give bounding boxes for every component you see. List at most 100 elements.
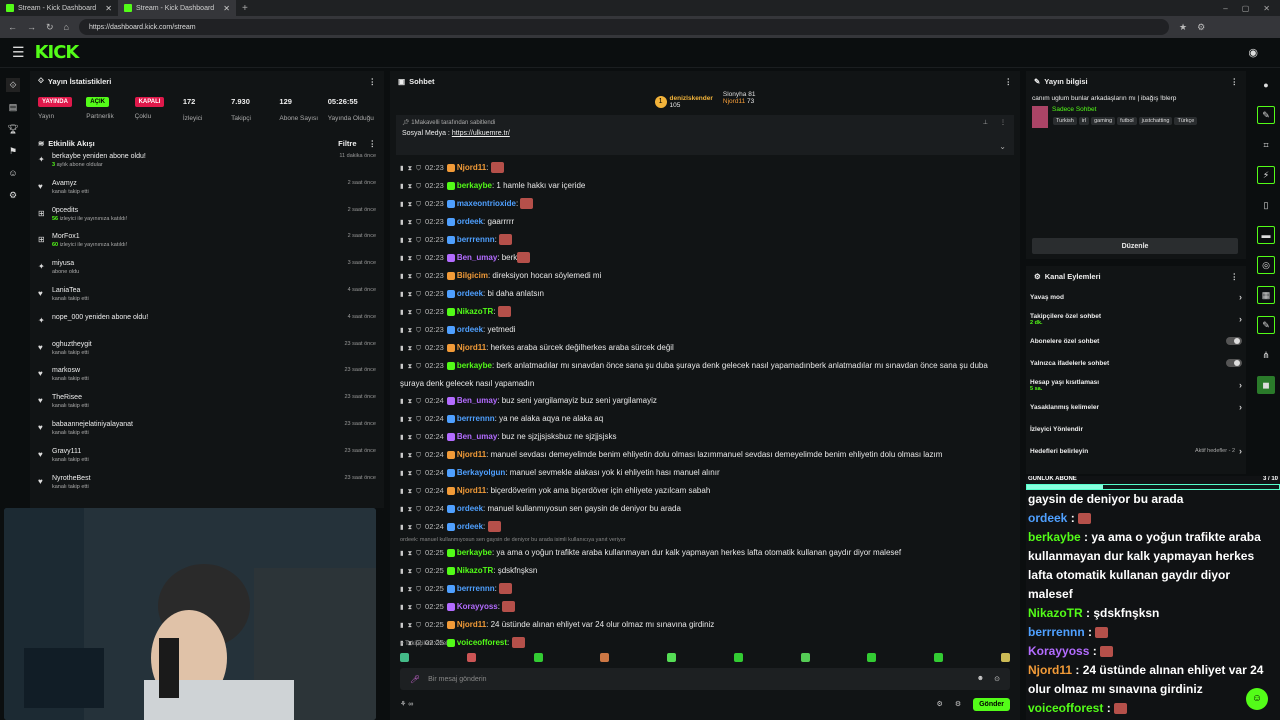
pin-message-icon[interactable]: ▮ (400, 327, 404, 334)
lightning-icon[interactable]: ⚡︎ (1257, 166, 1275, 184)
reload-icon[interactable]: ↻ (46, 22, 54, 33)
more-icon[interactable]: ⋮ (369, 77, 377, 86)
stream-tag[interactable]: gaming (1091, 117, 1116, 125)
ban-icon[interactable]: ⛉ (416, 604, 421, 611)
category-name[interactable]: Sadece Sohbet (1052, 106, 1198, 113)
chat-message[interactable]: ▮ ⧗ ⛉ 02:23 ordeek: gaarrrrr (400, 213, 1010, 231)
timeout-icon[interactable]: ⧗ (408, 345, 413, 352)
pin-message-icon[interactable]: ▮ (400, 237, 404, 244)
chat-message[interactable]: ▮ ⧗ ⛉ 02:23 berrrennn: (400, 231, 1010, 249)
chat-icon[interactable]: ▬ (1257, 226, 1275, 244)
emote-icon[interactable] (600, 653, 610, 662)
timeout-icon[interactable]: ⧗ (408, 506, 413, 513)
pin-message-icon[interactable]: ▮ (400, 568, 404, 575)
chat-message[interactable]: ▮ ⧗ ⛉ 02:24 ordeek: manuel kullanmıyosun sen… (400, 500, 1010, 518)
filter-button[interactable]: Filtre (338, 139, 356, 148)
toggle-switch[interactable] (1226, 359, 1242, 367)
more-icon[interactable]: ⋮ (1000, 119, 1006, 126)
minimize-icon[interactable]: – (1223, 4, 1227, 13)
timeout-icon[interactable]: ⧗ (408, 416, 413, 423)
pin-message-icon[interactable]: ▮ (400, 201, 404, 208)
send-button[interactable]: Gönder (973, 697, 1010, 711)
chat-message[interactable]: ▮ ⧗ ⛉ 02:25 NikazoTR: şdskfnşksn (400, 562, 1010, 580)
timeout-icon[interactable]: ⧗ (408, 622, 413, 629)
activity-item[interactable]: ♥ NyrotheBest kanalı takip etti 23 saat önc… (30, 475, 384, 502)
pin-icon[interactable]: ⊥ (983, 119, 988, 126)
activity-item[interactable]: ⊞ 0pcedits 56 izleyici ile yayınınıza katı… (30, 207, 384, 234)
chat-message[interactable]: ▮ ⧗ ⛉ 02:25 Korayyoss: (400, 598, 1010, 616)
menu-icon[interactable]: ☰ (12, 44, 25, 61)
maximize-icon[interactable]: ▢ (1242, 4, 1250, 13)
activity-item[interactable]: ✦ miyusa abone oldu 3 saat önce (30, 260, 384, 287)
ban-icon[interactable]: ⛉ (416, 219, 421, 226)
timeout-icon[interactable]: ⧗ (408, 524, 413, 531)
pin-message-icon[interactable]: ▮ (400, 255, 404, 262)
activity-item[interactable]: ♥ oghuztheygit kanalı takip etti 23 saat ön… (30, 341, 384, 368)
ban-icon[interactable]: ⛉ (416, 255, 421, 262)
emote-icon[interactable] (533, 653, 543, 662)
chat-message[interactable]: ▮ ⧗ ⛉ 02:24 Ben_umay: buz ne sjzjjsjsksbuz n… (400, 428, 1010, 446)
chat-message[interactable]: ▮ ⧗ ⛉ 02:23 NikazoTR: (400, 303, 1010, 321)
broadcast-icon[interactable]: ◎ (1257, 256, 1275, 274)
chat-username[interactable]: Njord11 (457, 486, 486, 495)
ban-icon[interactable]: ⛉ (416, 165, 421, 172)
ban-icon[interactable]: ⛉ (416, 506, 421, 513)
ban-icon[interactable]: ⛉ (416, 524, 421, 531)
ban-icon[interactable]: ⛉ (416, 586, 421, 593)
activity-item[interactable]: ⊞ MorFox1 60 izleyici ile yayınınıza katıl… (30, 233, 384, 260)
chat-username[interactable]: voiceofforest (457, 638, 507, 647)
stream-icon[interactable]: ⟐ (6, 78, 20, 92)
timeout-icon[interactable]: ⧗ (408, 201, 413, 208)
browser-tab[interactable]: Stream - Kick Dashboard ✕ (0, 0, 118, 16)
clip-icon[interactable]: ⌗ (1257, 136, 1275, 154)
emote-icon[interactable] (667, 653, 677, 662)
activity-item[interactable]: ♥ Avamyz kanalı takip etti 2 saat önce (30, 180, 384, 207)
stream-tag[interactable]: irl (1078, 117, 1090, 125)
chat-username[interactable]: berkaybe (457, 181, 492, 190)
settings-icon[interactable]: ⚙ (6, 188, 20, 202)
share-icon[interactable]: ⋔ (1257, 346, 1275, 364)
user-avatar-icon[interactable]: ◉ (1248, 46, 1258, 59)
chat-username[interactable]: Njord11 (457, 163, 486, 172)
chat-username[interactable]: NikazoTR (457, 566, 493, 575)
edit-icon[interactable]: ✎ (1257, 106, 1275, 124)
ban-icon[interactable]: ⛉ (416, 291, 421, 298)
stream-tag[interactable]: justchatting (1138, 117, 1173, 125)
chevron-down-icon[interactable]: ⌄ (999, 142, 1006, 151)
timeout-icon[interactable]: ⧗ (408, 604, 413, 611)
chat-username[interactable]: ordeek (457, 217, 483, 226)
pin-message-icon[interactable]: ▮ (400, 434, 404, 441)
chat-username[interactable]: Ben_umay (457, 253, 497, 262)
timeout-icon[interactable]: ⧗ (408, 452, 413, 459)
timeout-icon[interactable]: ⧗ (408, 219, 413, 226)
more-icon[interactable]: ⋮ (1231, 77, 1239, 86)
ban-icon[interactable]: ⛉ (416, 568, 421, 575)
chat-message[interactable]: ▮ ⧗ ⛉ 02:23 maxeontrioxide: (400, 195, 1010, 213)
timeout-icon[interactable]: ⧗ (408, 255, 413, 262)
stream-tag[interactable]: Turkish (1053, 117, 1077, 125)
chat-username[interactable]: Ben_umay (457, 396, 497, 405)
toggle-switch[interactable] (1226, 337, 1242, 345)
chat-bubble-icon[interactable]: ☺ (1246, 688, 1268, 710)
ban-icon[interactable]: ⛉ (416, 550, 421, 557)
pin-message-icon[interactable]: ▮ (400, 345, 404, 352)
chat-username[interactable]: berrrennn (457, 235, 495, 244)
timeout-icon[interactable]: ⧗ (408, 183, 413, 190)
pin-message-icon[interactable]: ▮ (400, 470, 404, 477)
pin-message-icon[interactable]: ▮ (400, 165, 404, 172)
ban-icon[interactable]: ⛉ (416, 237, 421, 244)
ban-icon[interactable]: ⛉ (416, 201, 421, 208)
timeout-icon[interactable]: ⧗ (408, 237, 413, 244)
chat-message[interactable]: ▮ ⧗ ⛉ 02:23 ordeek: yetmedi (400, 321, 1010, 339)
channel-action-item[interactable]: Abonelere özel sohbet (1026, 330, 1246, 352)
emote-icon[interactable] (466, 653, 476, 662)
community-icon[interactable]: ☺ (6, 166, 20, 180)
forward-icon[interactable]: → (27, 22, 36, 32)
timeout-icon[interactable]: ⧗ (408, 273, 413, 280)
activity-item[interactable]: ✦ berkaybe yeniden abone oldu! 3 aylık abo… (30, 153, 384, 180)
more-icon[interactable]: ⋮ (1005, 77, 1013, 86)
pin-message-icon[interactable]: ▮ (400, 550, 404, 557)
ban-icon[interactable]: ⛉ (416, 183, 421, 190)
chat-username[interactable]: berrrennn (457, 414, 495, 423)
ban-icon[interactable]: ⛉ (416, 416, 421, 423)
